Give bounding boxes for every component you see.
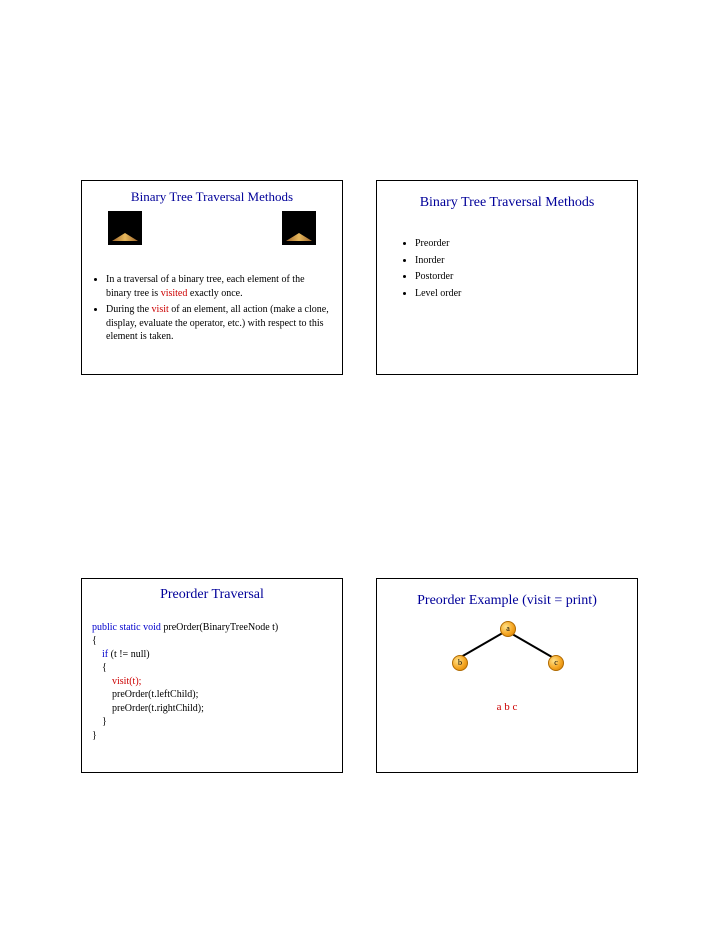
slide-1: Binary Tree Traversal Methods In a trave… (81, 180, 343, 375)
call: visit(t); (92, 676, 141, 687)
slide1-thumb-right (282, 211, 316, 245)
text: (t != null) (108, 649, 149, 660)
tree: a b c (427, 617, 587, 687)
slide1-thumb-row (82, 205, 342, 245)
text: } (92, 730, 97, 741)
slide1-bullet1: In a traversal of a binary tree, each el… (106, 273, 330, 300)
slide2-item-0: Preorder (415, 237, 625, 251)
text-red: visit (152, 304, 169, 315)
edge-ac (507, 630, 556, 659)
kw: public static void (92, 622, 163, 633)
slide1-bullet2: During the visit of an element, all acti… (106, 303, 330, 344)
slide4-title: Preorder Example (visit = print) (377, 593, 637, 609)
slide-2: Binary Tree Traversal Methods Preorder I… (376, 180, 638, 375)
slide-4: Preorder Example (visit = print) a b c a… (376, 578, 638, 773)
text: During the (106, 304, 152, 315)
slide2-item-3: Level order (415, 287, 625, 301)
slide-3: Preorder Traversal public static void pr… (81, 578, 343, 773)
node-c: c (548, 655, 564, 671)
text: { (92, 662, 107, 673)
node-a: a (500, 621, 516, 637)
slide1-title: Binary Tree Traversal Methods (82, 189, 342, 205)
slide3-code: public static void preOrder(BinaryTreeNo… (82, 603, 342, 742)
kw: if (92, 649, 108, 660)
slide2-title: Binary Tree Traversal Methods (377, 195, 637, 211)
slide1-bullets: In a traversal of a binary tree, each el… (86, 273, 330, 344)
slide4-output: a b c (377, 701, 637, 713)
slide3-title: Preorder Traversal (82, 587, 342, 603)
text: } (92, 716, 107, 727)
node-b: b (452, 655, 468, 671)
text-red: visited (161, 288, 188, 299)
slide1-thumb-left (108, 211, 142, 245)
text: preOrder(BinaryTreeNode t) (163, 622, 278, 633)
text: exactly once. (187, 288, 242, 299)
slide2-item-1: Inorder (415, 254, 625, 268)
text: { (92, 635, 97, 646)
slide2-bullets: Preorder Inorder Postorder Level order (395, 237, 625, 300)
text: preOrder(t.leftChild); (92, 689, 198, 700)
text: preOrder(t.rightChild); (92, 703, 204, 714)
slide2-item-2: Postorder (415, 270, 625, 284)
edge-ab (458, 630, 507, 659)
